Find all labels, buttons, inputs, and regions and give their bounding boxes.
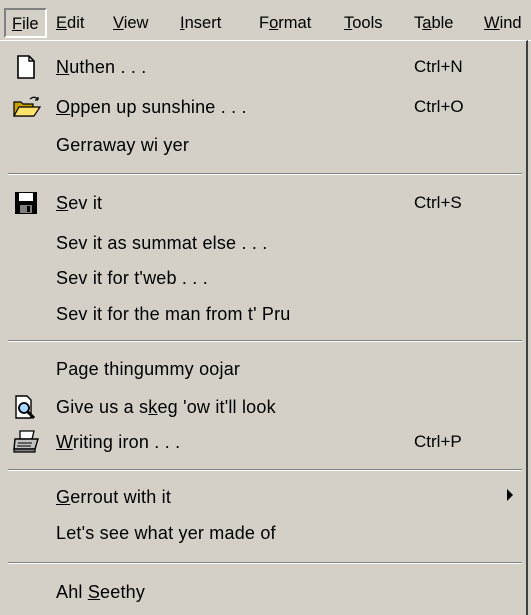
menu-item-properties[interactable]: Let's see what yer made of	[0, 515, 526, 551]
menu-item-shortcut: Ctrl+P	[414, 432, 462, 451]
menu-item-label: Writing iron . . .	[56, 432, 181, 452]
menu-item-label: Give us a skeg 'ow it'll look	[56, 397, 276, 417]
menu-edit[interactable]: Edit	[56, 10, 84, 36]
menu-table[interactable]: Table	[414, 10, 453, 36]
application-window: File Edit View Insert Format Tools Table…	[0, 0, 531, 615]
menu-insert[interactable]: Insert	[180, 10, 221, 36]
menu-view-mnemonic: V	[113, 14, 124, 32]
menu-item-label: Page thingummy oojar	[56, 359, 241, 379]
menu-tools-label: ools	[352, 14, 383, 32]
menu-item-label: Sev it as summat else . . .	[56, 233, 268, 253]
menu-item-shortcut: Ctrl+S	[414, 193, 462, 212]
menu-item-print[interactable]: Writing iron . . . Ctrl+P	[0, 424, 526, 460]
menu-item-shortcut: Ctrl+O	[414, 97, 464, 116]
menu-item-close[interactable]: Gerraway wi yer	[0, 127, 526, 163]
menu-table-label-b: ble	[431, 14, 454, 32]
menu-format-mnemonic: o	[269, 14, 279, 32]
file-menu-dropdown: Nuthen . . . Ctrl+N Oppen up sunshine . …	[0, 40, 528, 615]
menu-item-label: Sev it for t'web . . .	[56, 268, 208, 288]
menu-item-label: Nuthen . . .	[56, 57, 147, 77]
menu-window-label: ind	[499, 14, 522, 32]
menu-item-save[interactable]: Sev it Ctrl+S	[0, 185, 526, 221]
menu-format[interactable]: Format	[259, 10, 311, 36]
menu-item-save-version[interactable]: Sev it for the man from t' Pru	[0, 296, 526, 332]
printer-icon	[12, 429, 42, 455]
menu-bar: File Edit View Insert Format Tools Table…	[0, 0, 531, 41]
menu-separator	[8, 562, 522, 564]
menu-item-shortcut: Ctrl+N	[414, 57, 463, 76]
menu-separator	[8, 340, 522, 342]
menu-item-label: Let's see what yer made of	[56, 523, 276, 543]
menu-item-label: Sev it for the man from t' Pru	[56, 304, 291, 324]
menu-item-print-preview[interactable]: Give us a skeg 'ow it'll look	[0, 389, 526, 425]
menu-view-label: iew	[123, 14, 149, 32]
menu-tools[interactable]: Tools	[344, 10, 383, 36]
menu-item-send-to[interactable]: Gerrout with it	[0, 479, 526, 515]
menu-item-save-web[interactable]: Sev it for t'web . . .	[0, 260, 526, 296]
menu-window-mnemonic: W	[484, 14, 500, 32]
menu-file[interactable]: File	[4, 8, 47, 38]
menu-insert-label: nsert	[184, 14, 222, 32]
menu-item-label: Gerrout with it	[56, 487, 172, 507]
menu-format-label-b: rmat	[278, 14, 312, 32]
menu-file-label: ile	[22, 15, 39, 33]
menu-item-label: Gerraway wi yer	[56, 135, 190, 155]
submenu-arrow-icon	[507, 489, 513, 501]
menu-window[interactable]: Wind	[484, 10, 522, 36]
menu-item-label: Sev it	[56, 193, 103, 213]
menu-separator	[8, 173, 522, 175]
menu-item-new[interactable]: Nuthen . . . Ctrl+N	[0, 49, 526, 85]
menu-item-page-setup[interactable]: Page thingummy oojar	[0, 351, 526, 387]
open-folder-icon	[12, 94, 42, 120]
menu-file-mnemonic: F	[12, 15, 23, 33]
new-document-icon	[12, 54, 42, 80]
menu-item-open[interactable]: Oppen up sunshine . . . Ctrl+O	[0, 89, 526, 125]
menu-separator	[8, 469, 522, 471]
menu-item-label: Ahl Seethy	[56, 582, 146, 602]
menu-edit-mnemonic: E	[56, 14, 68, 32]
menu-item-label: Oppen up sunshine . . .	[56, 97, 247, 117]
menu-format-label-a: F	[259, 14, 270, 32]
menu-tools-mnemonic: T	[344, 14, 353, 32]
menu-item-save-as[interactable]: Sev it as summat else . . .	[0, 225, 526, 261]
menu-edit-label: dit	[67, 14, 85, 32]
menu-item-exit[interactable]: Ahl Seethy	[0, 574, 526, 610]
print-preview-icon	[12, 394, 42, 420]
menu-table-label-a: T	[414, 14, 423, 32]
floppy-disk-icon	[12, 190, 42, 216]
menu-view[interactable]: View	[113, 10, 148, 36]
